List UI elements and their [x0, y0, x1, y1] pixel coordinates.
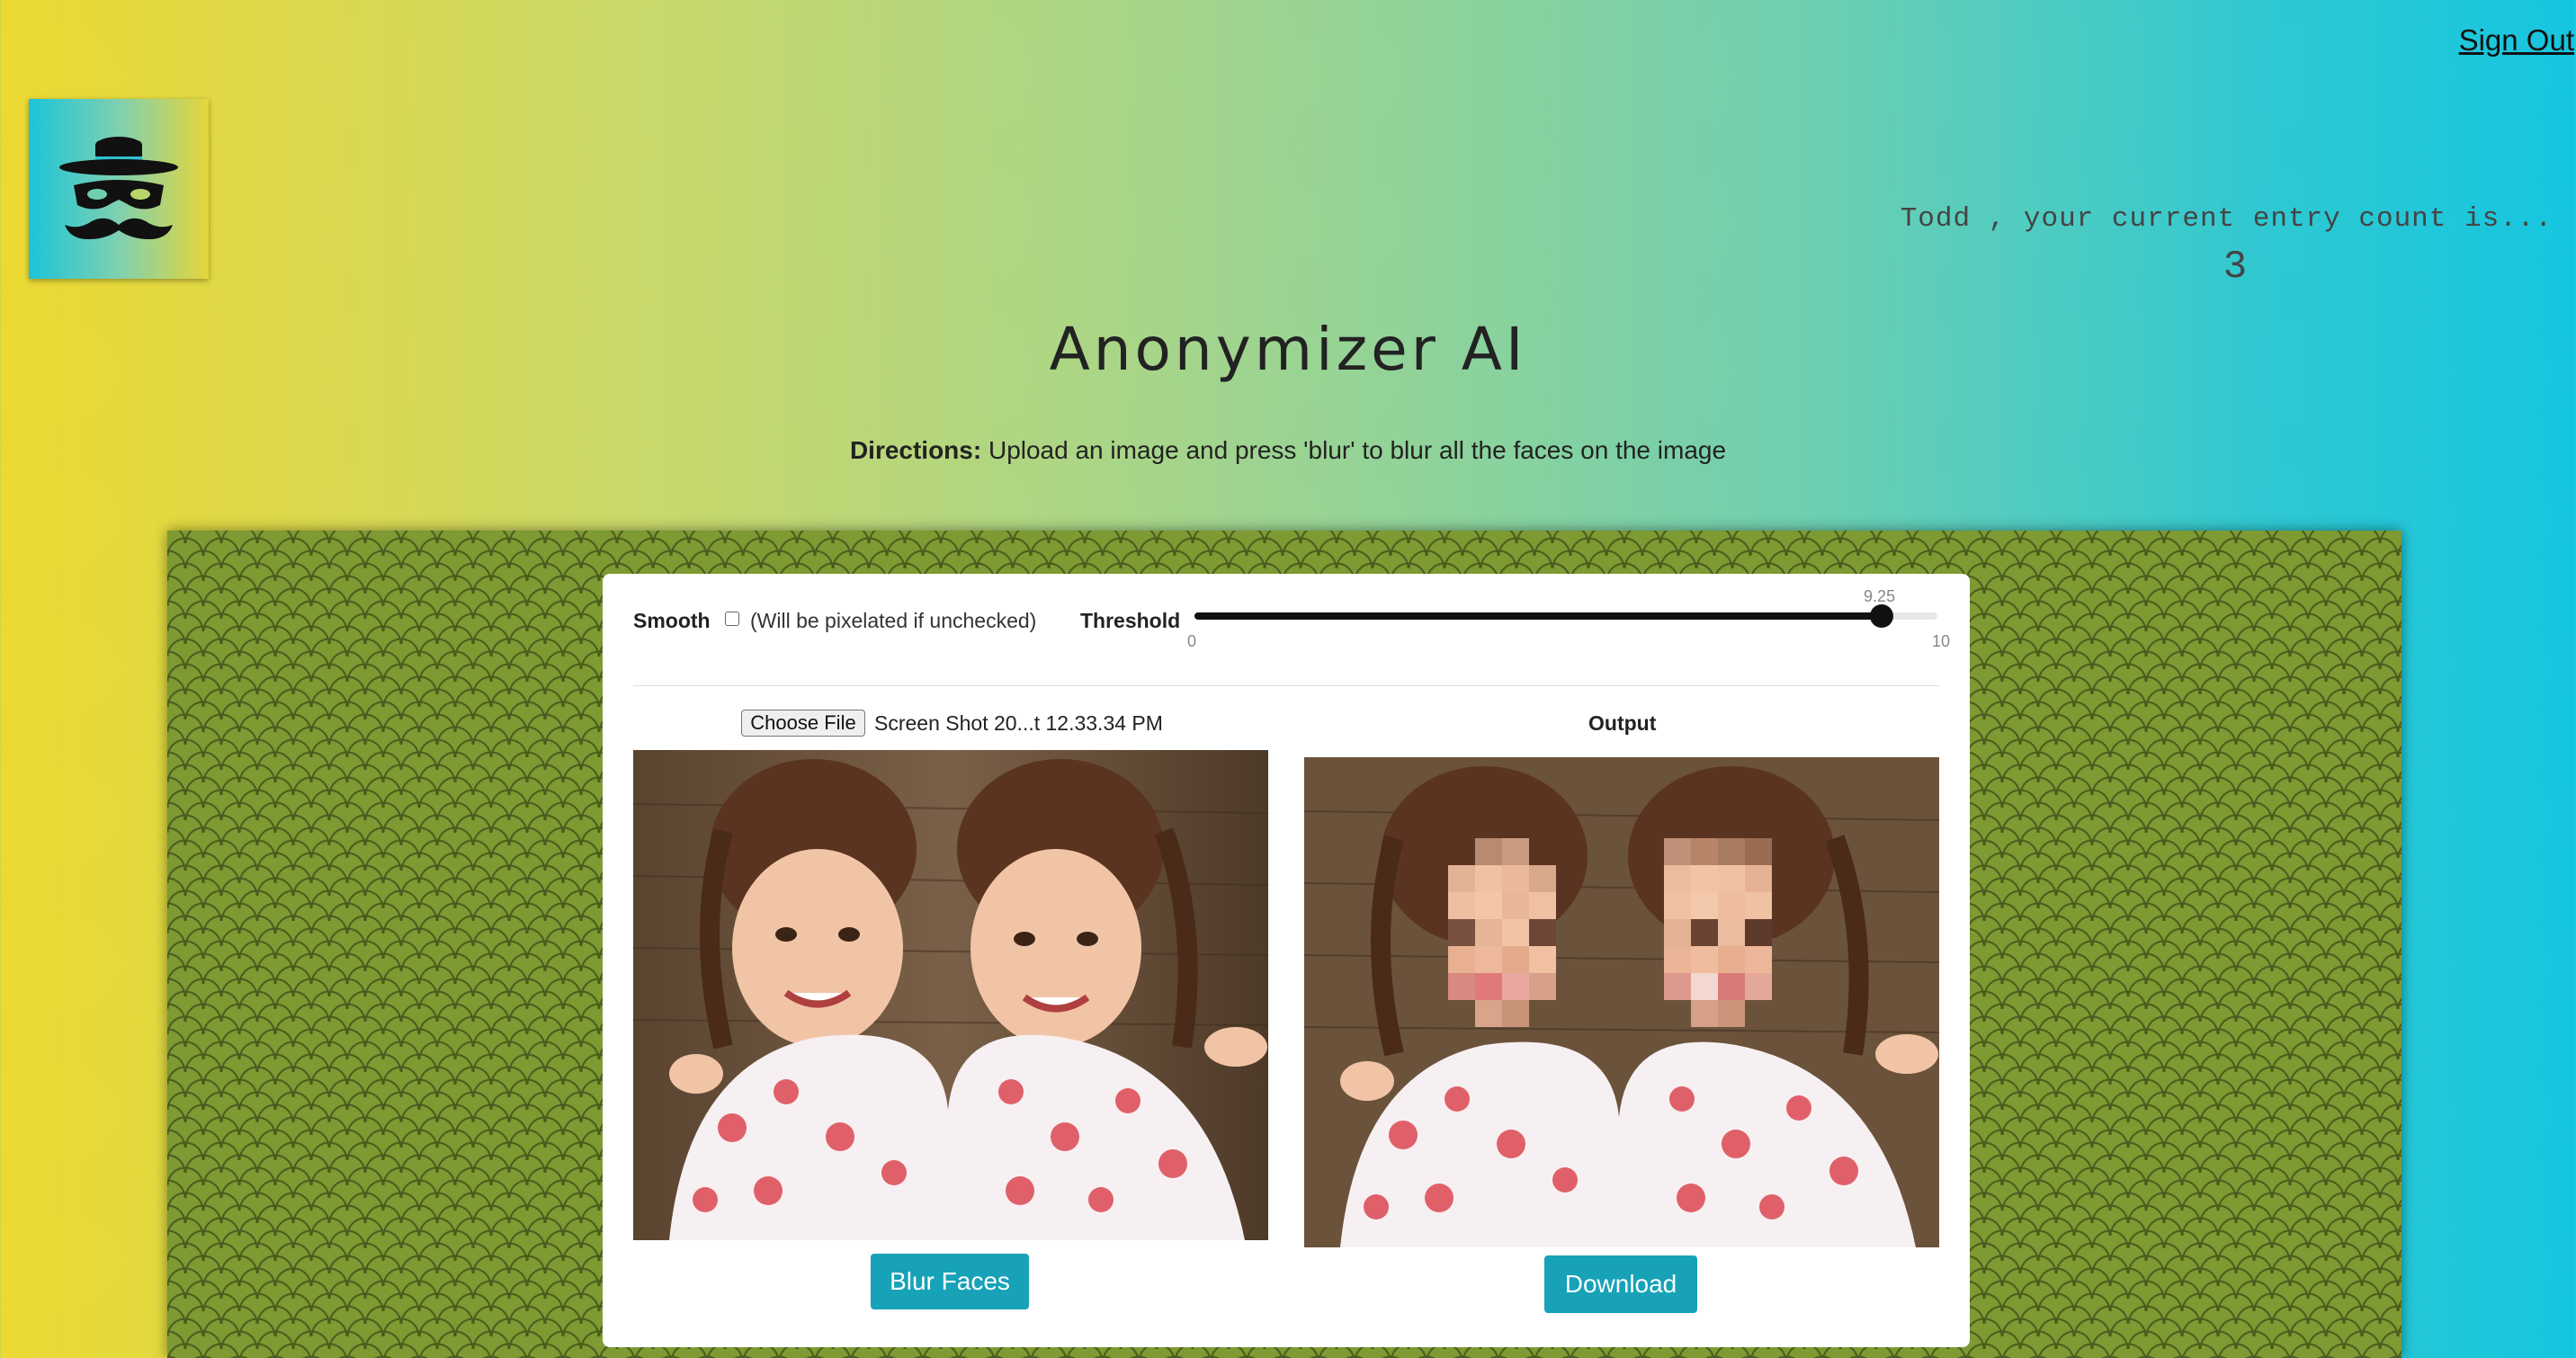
incognito-hat-mustache-icon: [59, 137, 178, 239]
threshold-value-label: 9.25: [1864, 587, 1896, 605]
directions-label: Directions:: [849, 436, 982, 464]
logo: [29, 99, 209, 279]
page-title: Anonymizer AI: [1049, 315, 1527, 384]
threshold-slider-thumb[interactable]: [1870, 604, 1894, 628]
input-image: [633, 750, 1268, 1240]
threshold-min-label: 0: [1187, 632, 1197, 650]
output-image: [1304, 757, 1939, 1247]
choose-file-button[interactable]: Choose File: [741, 710, 865, 737]
divider: [633, 685, 1939, 686]
blur-faces-button[interactable]: Blur Faces: [871, 1254, 1029, 1309]
threshold-label: Threshold: [1080, 609, 1181, 632]
input-photo: [633, 750, 1268, 1240]
entry-count-value: 3: [2223, 245, 2248, 290]
threshold-slider-fill: [1194, 612, 1883, 620]
file-name: Screen Shot 20...t 12.33.34 PM: [874, 711, 1163, 735]
smooth-hint: (Will be pixelated if unchecked): [750, 609, 1037, 632]
output-photo: [1304, 757, 1939, 1247]
directions: Directions: Upload an image and press 'b…: [0, 436, 2576, 465]
smooth-label: Smooth: [633, 609, 711, 632]
smooth-checkbox[interactable]: [725, 612, 739, 626]
entry-count-text: Todd , your current entry count is...: [1900, 203, 2553, 235]
sign-out-link[interactable]: Sign Out: [2459, 23, 2574, 58]
output-label: Output: [1588, 711, 1657, 735]
download-button[interactable]: Download: [1544, 1255, 1697, 1313]
directions-text: Upload an image and press 'blur' to blur…: [981, 436, 1727, 464]
threshold-max-label: 10: [1932, 632, 1951, 650]
